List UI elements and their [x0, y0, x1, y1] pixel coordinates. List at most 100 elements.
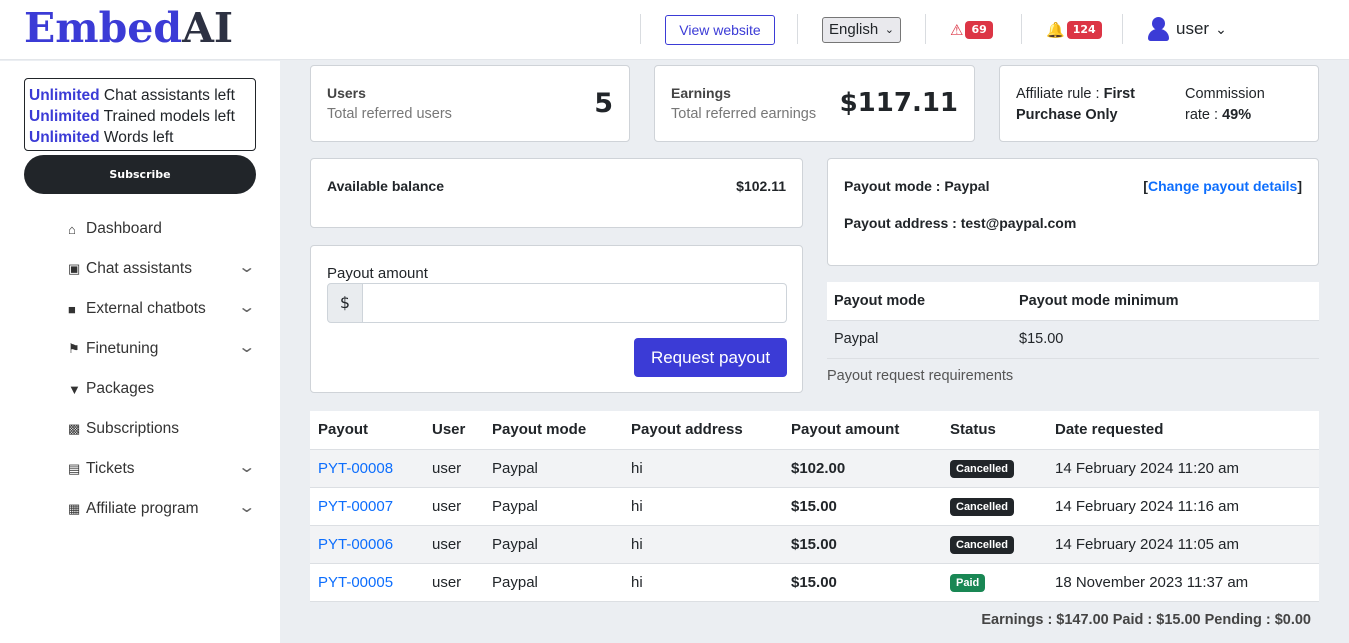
- notifications-button[interactable]: 🔔 124: [1046, 20, 1102, 40]
- table-row: PYT-00006 user Paypal hi $15.00 Cancelle…: [310, 525, 1319, 564]
- table-row: PYT-00008 user Paypal hi $102.00 Cancell…: [310, 449, 1319, 488]
- payout-id-link[interactable]: PYT-00005: [318, 574, 393, 591]
- change-payout-details: [Change payout details]: [1143, 178, 1302, 194]
- table-cell: 14 February 2024 11:05 am: [1047, 525, 1319, 564]
- column-header: Payout address: [623, 411, 783, 450]
- payout-requirements-caption: Payout request requirements: [827, 368, 1014, 384]
- column-header: Payout mode: [484, 411, 623, 450]
- divider: [1122, 14, 1123, 44]
- table-cell: $102.00: [783, 449, 942, 488]
- earnings-card: Earnings Total referred earnings $117.11: [654, 65, 975, 142]
- warning-icon: ⚠: [950, 21, 964, 39]
- column-header: Date requested: [1047, 411, 1319, 450]
- payout-id-link[interactable]: PYT-00006: [318, 536, 393, 553]
- request-payout-button[interactable]: Request payout: [634, 338, 787, 377]
- column-header: Status: [942, 411, 1047, 450]
- comment-icon: ■: [68, 301, 76, 317]
- sidebar-item-dashboard[interactable]: ⌂ Dashboard: [68, 217, 253, 241]
- divider: [925, 14, 926, 44]
- payout-amount-group: $: [327, 283, 787, 323]
- sidebar-item-external-chatbots[interactable]: ■ External chatbots ⌄: [68, 297, 256, 321]
- payout-mode-text: Payout mode : Paypal: [844, 178, 990, 194]
- divider: [640, 14, 641, 44]
- subscribe-button[interactable]: Subscribe: [24, 155, 256, 194]
- users-sublabel: Total referred users: [327, 106, 452, 122]
- table-cell: $15.00: [783, 487, 942, 526]
- inbox-icon: ▤: [68, 461, 81, 476]
- payout-request-form: Payout amount $ Request payout: [310, 245, 803, 393]
- table-cell: 14 February 2024 11:16 am: [1047, 487, 1319, 526]
- table-cell: user: [424, 487, 484, 526]
- alerts-button[interactable]: ⚠ 69: [950, 20, 993, 40]
- top-bar: EmbedAI View website English ⌄ ⚠ 69 🔔 124…: [0, 0, 1349, 60]
- table-cell: hi: [623, 563, 783, 602]
- payout-amount-input[interactable]: [363, 283, 787, 323]
- sidebar-item-finetuning[interactable]: ⚑ Finetuning ⌄: [68, 337, 256, 361]
- sidebar-item-packages[interactable]: ▼ Packages: [68, 377, 253, 401]
- chevron-down-icon: ⌄: [1215, 20, 1227, 37]
- payout-id-link[interactable]: PYT-00007: [318, 498, 393, 515]
- language-value: English: [829, 21, 879, 38]
- users-count: 5: [594, 88, 613, 119]
- payout-summary: Earnings : $147.00 Paid : $15.00 Pending…: [981, 612, 1311, 628]
- table-cell: Paypal: [484, 487, 623, 526]
- table-cell: $15.00: [1012, 320, 1319, 359]
- status-badge: Cancelled: [950, 497, 1014, 516]
- divider: [1021, 14, 1022, 44]
- table-cell: $15.00: [783, 563, 942, 602]
- language-select[interactable]: English ⌄: [822, 17, 901, 43]
- chevron-down-icon[interactable]: ⌄: [237, 257, 256, 277]
- column-header: Payout mode minimum: [1012, 282, 1319, 321]
- sidebar: Unlimited Chat assistants left Unlimited…: [0, 61, 280, 643]
- chevron-down-icon: ⌄: [884, 24, 894, 36]
- usage-limits-box: Unlimited Chat assistants left Unlimited…: [24, 78, 256, 151]
- chevron-down-icon[interactable]: ⌄: [237, 297, 256, 317]
- users-label: Users: [327, 85, 366, 101]
- table-cell: hi: [623, 487, 783, 526]
- user-menu[interactable]: user ⌄: [1148, 17, 1227, 41]
- chevron-down-icon[interactable]: ⌄: [237, 337, 256, 357]
- table-cell: Paypal: [827, 320, 1012, 359]
- status-badge: Cancelled: [950, 459, 1014, 478]
- payout-id-link[interactable]: PYT-00008: [318, 460, 393, 477]
- affiliate-rule-card: Affiliate rule : First Purchase Only Comm…: [999, 65, 1319, 142]
- table-cell: user: [424, 563, 484, 602]
- chip-icon: ▣: [68, 261, 81, 276]
- filter-icon: ▼: [68, 381, 81, 397]
- sidebar-item-chat-assistants[interactable]: ▣ Chat assistants ⌄: [68, 257, 256, 281]
- user-avatar-icon: [1148, 17, 1169, 41]
- change-payout-details-link[interactable]: Change payout details: [1148, 178, 1297, 194]
- sidebar-item-subscriptions[interactable]: ▩ Subscriptions: [68, 417, 253, 441]
- table-cell: hi: [623, 449, 783, 488]
- payout-mode-table: Payout mode Payout mode minimum Paypal $…: [827, 282, 1319, 359]
- currency-prefix: $: [327, 283, 363, 323]
- chevron-down-icon[interactable]: ⌄: [237, 497, 256, 517]
- table-cell: user: [424, 449, 484, 488]
- home-icon: ⌂: [68, 221, 76, 237]
- payout-address-text: Payout address : test@paypal.com: [844, 215, 1077, 231]
- table-cell: user: [424, 525, 484, 564]
- table-cell: hi: [623, 525, 783, 564]
- status-badge: Paid: [950, 573, 986, 592]
- status-badge: Cancelled: [950, 535, 1014, 554]
- sidebar-item-tickets[interactable]: ▤ Tickets ⌄: [68, 457, 256, 481]
- table-cell: 14 February 2024 11:20 am: [1047, 449, 1319, 488]
- column-header: User: [424, 411, 484, 450]
- earnings-total: $117.11: [839, 88, 958, 118]
- gift-icon: ▦: [68, 501, 81, 516]
- chevron-down-icon[interactable]: ⌄: [237, 457, 256, 477]
- column-header: Payout mode: [827, 282, 1012, 321]
- earnings-label: Earnings: [671, 85, 731, 101]
- available-balance-card: Available balance $102.11: [310, 158, 803, 228]
- balance-label: Available balance: [327, 178, 444, 194]
- limit-chat-assistants: Unlimited Chat assistants left: [29, 87, 235, 104]
- limit-words: Unlimited Words left: [29, 129, 174, 146]
- view-website-button[interactable]: View website: [665, 15, 775, 45]
- payout-history-table: Payout User Payout mode Payout address P…: [310, 411, 1319, 602]
- table-cell: Paypal: [484, 563, 623, 602]
- table-cell: Paypal: [484, 449, 623, 488]
- sidebar-item-affiliate-program[interactable]: ▦ Affiliate program ⌄: [68, 497, 256, 521]
- table-row: PYT-00005 user Paypal hi $15.00 Paid 18 …: [310, 563, 1319, 602]
- table-cell: 18 November 2023 11:37 am: [1047, 563, 1319, 602]
- brand-logo[interactable]: EmbedAI: [24, 4, 233, 52]
